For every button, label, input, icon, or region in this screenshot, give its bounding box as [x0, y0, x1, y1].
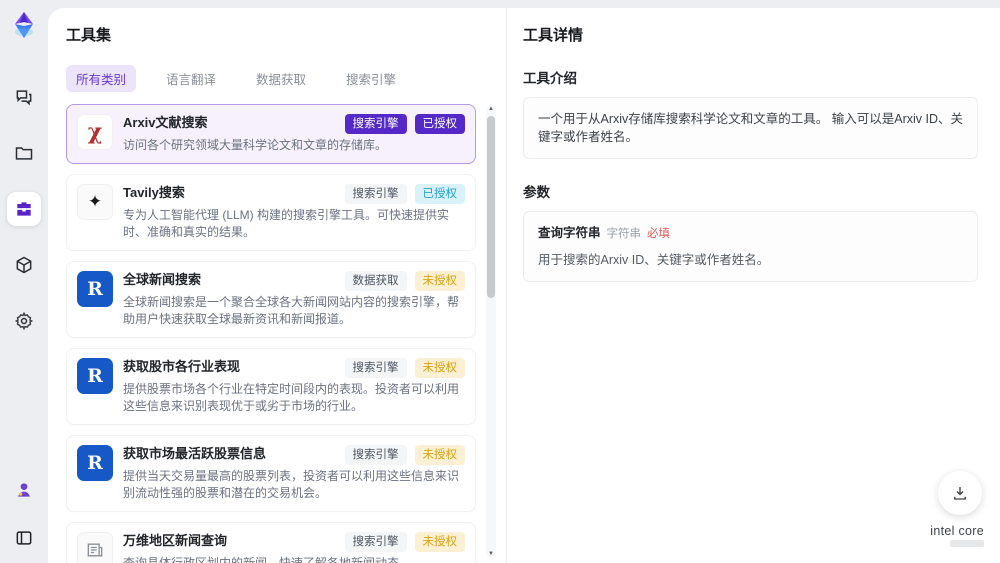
news-provider-icon: R: [77, 445, 113, 481]
tool-details-panel: 工具详情 工具介绍 一个用于从Arxiv存储库搜索科学论文和文章的工具。 输入可…: [507, 8, 1000, 563]
auth-status-badge: 已授权: [414, 184, 465, 204]
tool-list: χ Arxiv文献搜索 搜索引擎 已授权 访问各个研究领域大量科学论文和文章的存…: [66, 104, 502, 563]
category-badge: 搜索引擎: [344, 445, 407, 465]
intel-ultra-bar: [950, 540, 984, 547]
category-tabs: 所有类别 语言翻译 数据获取 搜索引擎: [66, 65, 502, 92]
param-type: 字符串: [606, 228, 642, 240]
tool-description: 提供股票市场各个行业在特定时间段内的表现。投资者可以利用这些信息来识别表现优于或…: [123, 382, 460, 413]
details-title: 工具详情: [523, 27, 584, 44]
page-title: 工具集: [66, 27, 112, 44]
chat-icon[interactable]: [7, 80, 41, 114]
tab-all-categories[interactable]: 所有类别: [66, 65, 137, 92]
intel-core-label: intel core: [930, 524, 984, 538]
news-provider-icon: R: [77, 358, 113, 394]
auth-status-badge: 未授权: [414, 532, 465, 552]
intel-core-badge: intel core: [930, 524, 984, 547]
tool-description: 全球新闻搜索是一个聚合全球各大新闻网站内容的搜索引擎，帮助用户快速获取全球最新资…: [123, 295, 460, 326]
tool-name: Tavily搜索: [123, 185, 185, 200]
tab-data-fetch[interactable]: 数据获取: [246, 65, 316, 92]
category-badge: 搜索引擎: [344, 184, 407, 204]
tavily-star-icon: ✦: [77, 184, 113, 220]
intro-text: 一个用于从Arxiv存储库搜索科学论文和文章的工具。 输入可以是Arxiv ID…: [523, 97, 978, 159]
tab-search-engine[interactable]: 搜索引擎: [336, 65, 406, 92]
folder-icon[interactable]: [7, 136, 41, 170]
tool-row-regional-news[interactable]: 万维地区新闻查询 搜索引擎 未授权 查询具体行政区划内的新闻，快速了解各地新闻动…: [66, 522, 476, 563]
auth-status-badge: 未授权: [414, 445, 465, 465]
category-badge: 数据获取: [344, 271, 407, 291]
param-name: 查询字符串: [538, 226, 601, 240]
tool-name: Arxiv文献搜索: [123, 115, 208, 130]
cube-icon[interactable]: [7, 248, 41, 282]
list-scrollbar[interactable]: ▲ ▼: [486, 106, 496, 557]
params-heading: 参数: [523, 185, 550, 200]
tab-language-translation[interactable]: 语言翻译: [156, 65, 226, 92]
app-logo-icon[interactable]: [9, 10, 39, 40]
tool-row-global-news[interactable]: R 全球新闻搜索 数据获取 未授权 全球新闻搜索是一个聚合全球各大新闻网站内容的…: [66, 261, 476, 338]
newspaper-icon: [77, 532, 113, 563]
auth-status-badge: 未授权: [414, 358, 465, 378]
auth-status-badge: 未授权: [414, 271, 465, 291]
auth-status-badge: 已授权: [414, 114, 465, 134]
user-avatar-icon[interactable]: [7, 473, 41, 507]
download-icon: [954, 487, 966, 500]
panel-toggle-icon[interactable]: [7, 521, 41, 555]
main-panel: 工具集 所有类别 语言翻译 数据获取 搜索引擎 χ Arxiv文献搜索 搜索引擎…: [48, 8, 1000, 563]
scroll-down-icon[interactable]: ▼: [488, 551, 494, 557]
tool-row-arxiv[interactable]: χ Arxiv文献搜索 搜索引擎 已授权 访问各个研究领域大量科学论文和文章的存…: [66, 104, 476, 164]
scrollbar-thumb[interactable]: [487, 116, 495, 298]
tool-description: 提供当天交易量最高的股票列表，投资者可以利用这些信息来识别流动性强的股票和潜在的…: [123, 469, 460, 500]
tool-list-panel: 工具集 所有类别 语言翻译 数据获取 搜索引擎 χ Arxiv文献搜索 搜索引擎…: [48, 8, 506, 563]
tool-name: 获取市场最活跃股票信息: [123, 446, 267, 461]
category-badge: 搜索引擎: [344, 358, 407, 378]
tool-description: 查询具体行政区划内的新闻，快速了解各地新闻动态: [123, 556, 400, 563]
toolbox-icon[interactable]: [7, 192, 41, 226]
category-badge: 搜索引擎: [344, 114, 407, 134]
left-rail: [0, 0, 48, 563]
tool-row-most-active-stocks[interactable]: R 获取市场最活跃股票信息 搜索引擎 未授权 提供当天交易量最高的股票列表，投资…: [66, 435, 476, 512]
tool-description: 专为人工智能代理 (LLM) 构建的搜索引擎工具。可快速提供实时、准确和真实的结…: [123, 208, 450, 239]
download-button[interactable]: [938, 471, 982, 515]
param-required-flag: 必填: [647, 228, 671, 240]
tool-row-sector-performance[interactable]: R 获取股市各行业表现 搜索引擎 未授权 提供股票市场各个行业在特定时间段内的表…: [66, 348, 476, 425]
tool-name: 全球新闻搜索: [123, 272, 202, 287]
param-description: 用于搜索的Arxiv ID、关键字或作者姓名。: [538, 253, 770, 267]
tool-row-tavily[interactable]: ✦ Tavily搜索 搜索引擎 已授权 专为人工智能代理 (LLM) 构建的搜索…: [66, 174, 476, 251]
parameter-card: 查询字符串 字符串 必填 用于搜索的Arxiv ID、关键字或作者姓名。: [523, 211, 978, 282]
scroll-up-icon[interactable]: ▲: [488, 106, 494, 112]
intro-heading: 工具介绍: [523, 71, 577, 86]
tool-name: 万维地区新闻查询: [123, 533, 228, 548]
tool-description: 访问各个研究领域大量科学论文和文章的存储库。: [123, 138, 388, 152]
settings-gear-icon[interactable]: [7, 304, 41, 338]
category-badge: 搜索引擎: [344, 532, 407, 552]
arxiv-logo-icon: χ: [77, 114, 113, 150]
tool-name: 获取股市各行业表现: [123, 359, 241, 374]
news-provider-icon: R: [77, 271, 113, 307]
